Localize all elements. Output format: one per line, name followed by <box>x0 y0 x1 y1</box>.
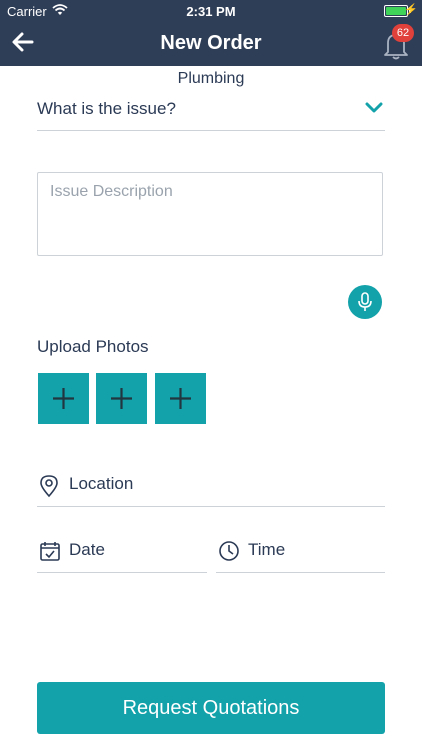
request-quotations-button[interactable]: Request Quotations <box>37 682 385 734</box>
charging-icon: ⚡ <box>404 4 418 16</box>
page-title: New Order <box>160 32 262 54</box>
date-field[interactable]: Date <box>37 536 207 573</box>
date-label: Date <box>69 540 105 559</box>
time-field[interactable]: Time <box>216 536 385 573</box>
microphone-icon <box>358 292 372 311</box>
calendar-icon <box>40 542 60 561</box>
chevron-down-icon <box>365 102 383 113</box>
notification-badge: 62 <box>392 24 414 42</box>
issue-dropdown[interactable]: What is the issue? <box>37 94 385 131</box>
status-time: 2:31 PM <box>186 4 236 19</box>
nav-header: Carrier 2:31 PM ⚡ New Order 62 <box>0 0 422 66</box>
time-label: Time <box>248 540 286 559</box>
notifications-button[interactable]: 62 <box>380 24 414 60</box>
voice-input-button[interactable] <box>348 285 382 319</box>
upload-photos-title: Upload Photos <box>37 337 149 356</box>
issue-dropdown-label: What is the issue? <box>37 99 176 118</box>
category-label: Plumbing <box>177 70 245 87</box>
add-photo-button[interactable] <box>155 373 206 424</box>
location-label: Location <box>69 474 134 493</box>
status-bar: Carrier 2:31 PM ⚡ <box>0 0 422 22</box>
add-photo-button[interactable] <box>38 373 89 424</box>
location-pin-icon <box>40 475 58 498</box>
clock-icon <box>219 541 239 561</box>
plus-icon <box>111 388 132 409</box>
plus-icon <box>170 388 191 409</box>
plus-icon <box>53 388 74 409</box>
issue-description-input[interactable] <box>37 172 383 256</box>
location-field[interactable]: Location <box>37 470 385 507</box>
add-photo-button[interactable] <box>96 373 147 424</box>
